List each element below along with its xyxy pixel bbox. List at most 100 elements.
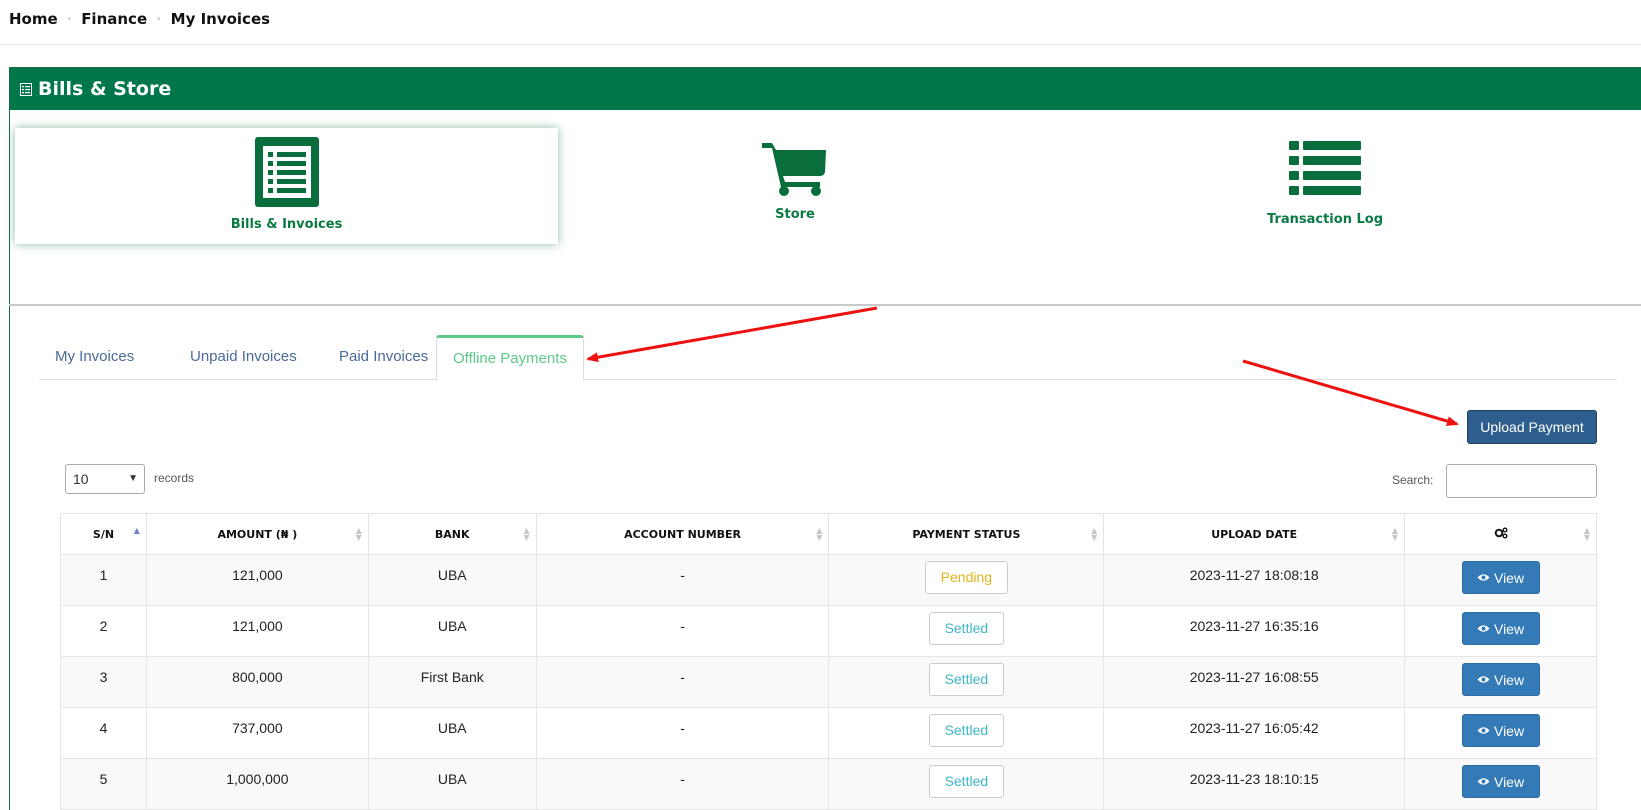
sort-icon: ▲ ▼ xyxy=(523,526,530,542)
view-button[interactable]: View xyxy=(1461,612,1540,645)
cell-sn: 5 xyxy=(60,758,147,810)
cell-date: 2023-11-27 16:05:42 xyxy=(1103,707,1406,759)
cell-amount: 737,000 xyxy=(145,707,369,759)
column-header-sn[interactable]: S/N ▲ xyxy=(60,513,147,555)
tile-store[interactable]: Store xyxy=(745,140,845,222)
upload-payment-button[interactable]: Upload Payment xyxy=(1467,410,1597,444)
sort-icon: ▲ xyxy=(133,526,140,535)
cell-account: - xyxy=(535,554,830,606)
invoice-tabs: My Invoices Unpaid Invoices Paid Invoice… xyxy=(39,335,1617,381)
cell-sn: 1 xyxy=(60,554,147,606)
cell-date: 2023-11-27 18:08:18 xyxy=(1103,554,1406,606)
column-header-actions[interactable]: ▲ ▼ xyxy=(1404,513,1597,555)
cell-amount: 1,000,000 xyxy=(145,758,369,810)
sort-icon: ▲ ▼ xyxy=(1091,526,1098,542)
records-label: records xyxy=(154,471,195,485)
eye-icon xyxy=(1477,625,1490,632)
cell-bank: UBA xyxy=(367,758,537,810)
status-badge: Settled xyxy=(928,765,1004,798)
breadcrumb-finance[interactable]: Finance xyxy=(81,10,147,28)
cell-action: View xyxy=(1404,707,1597,759)
column-header-amount[interactable]: AMOUNT (₦ ) ▲ ▼ xyxy=(145,513,369,555)
list-alt-icon xyxy=(20,82,32,96)
cell-status: Settled xyxy=(828,758,1105,810)
table-row: 5 1,000,000 UBA - Settled 2023-11-23 18:… xyxy=(60,758,1597,810)
cell-action: View xyxy=(1404,554,1597,606)
chevron-down-icon: ▼ xyxy=(128,473,138,484)
status-badge: Settled xyxy=(928,612,1004,645)
view-button[interactable]: View xyxy=(1461,765,1540,798)
sort-icon: ▲ ▼ xyxy=(355,526,362,542)
sort-icon: ▲ ▼ xyxy=(1583,526,1590,542)
gears-icon xyxy=(1494,527,1508,538)
column-header-account-number[interactable]: ACCOUNT NUMBER ▲ ▼ xyxy=(535,513,830,555)
eye-icon xyxy=(1477,676,1490,683)
cell-account: - xyxy=(535,656,830,708)
cell-date: 2023-11-23 18:10:15 xyxy=(1103,758,1406,810)
column-header-upload-date[interactable]: UPLOAD DATE ▲ ▼ xyxy=(1103,513,1406,555)
panel-header: Bills & Store xyxy=(10,68,1641,110)
table-row: 4 737,000 UBA - Settled 2023-11-27 16:05… xyxy=(60,707,1597,759)
cell-date: 2023-11-27 16:35:16 xyxy=(1103,605,1406,657)
tile-label: Transaction Log xyxy=(1267,212,1383,227)
cell-status: Settled xyxy=(828,707,1105,759)
table-row: 2 121,000 UBA - Settled 2023-11-27 16:35… xyxy=(60,605,1597,657)
panel-title: Bills & Store xyxy=(38,78,172,100)
tab-my-invoices[interactable]: My Invoices xyxy=(39,335,150,380)
cell-amount: 121,000 xyxy=(145,554,369,606)
cell-action: View xyxy=(1404,605,1597,657)
view-button[interactable]: View xyxy=(1461,663,1540,696)
list-icon xyxy=(1289,141,1361,195)
table-header-row: S/N ▲ AMOUNT (₦ ) ▲ ▼ BANK ▲ ▼ ACCOUNT NUMBER… xyxy=(60,513,1597,555)
search-input[interactable] xyxy=(1446,464,1597,498)
cell-action: View xyxy=(1404,758,1597,810)
breadcrumb: Home • Finance • My Invoices xyxy=(0,0,1641,45)
tile-bills-invoices[interactable]: Bills & Invoices xyxy=(15,128,558,244)
column-header-payment-status[interactable]: PAYMENT STATUS ▲ ▼ xyxy=(828,513,1105,555)
breadcrumb-separator: • xyxy=(67,13,72,25)
tab-offline-payments[interactable]: Offline Payments xyxy=(436,335,584,381)
offline-payments-table: S/N ▲ AMOUNT (₦ ) ▲ ▼ BANK ▲ ▼ ACCOUNT NUMBER… xyxy=(60,513,1597,810)
cell-bank: UBA xyxy=(367,554,537,606)
cell-bank: UBA xyxy=(367,707,537,759)
status-badge: Settled xyxy=(928,663,1004,696)
cell-amount: 121,000 xyxy=(145,605,369,657)
status-badge: Pending xyxy=(924,561,1008,594)
cell-sn: 4 xyxy=(60,707,147,759)
cell-amount: 800,000 xyxy=(145,656,369,708)
table-row: 3 800,000 First Bank - Settled 2023-11-2… xyxy=(60,656,1597,708)
status-badge: Settled xyxy=(928,714,1004,747)
cell-account: - xyxy=(535,707,830,759)
column-header-bank[interactable]: BANK ▲ ▼ xyxy=(367,513,537,555)
search-label: Search: xyxy=(1392,473,1434,487)
view-button[interactable]: View xyxy=(1461,561,1540,594)
cell-status: Settled xyxy=(828,656,1105,708)
tab-unpaid-invoices[interactable]: Unpaid Invoices xyxy=(174,335,313,380)
tile-label: Store xyxy=(775,207,815,222)
sort-icon: ▲ ▼ xyxy=(1391,526,1399,542)
cell-status: Settled xyxy=(828,605,1105,657)
breadcrumb-separator: • xyxy=(157,13,161,25)
tile-transaction-log[interactable]: Transaction Log xyxy=(1255,141,1395,227)
cell-action: View xyxy=(1404,656,1597,708)
view-button[interactable]: View xyxy=(1461,714,1540,747)
cell-bank: First Bank xyxy=(367,656,537,708)
cell-sn: 3 xyxy=(60,656,147,708)
cell-status: Pending xyxy=(828,554,1105,606)
tile-label: Bills & Invoices xyxy=(230,217,343,232)
sort-icon: ▲ ▼ xyxy=(816,526,823,542)
shopping-cart-icon xyxy=(762,143,826,196)
breadcrumb-my-invoices: My Invoices xyxy=(170,10,271,28)
cell-account: - xyxy=(535,605,830,657)
eye-icon xyxy=(1477,778,1490,785)
records-per-page-select[interactable]: 10 ▼ xyxy=(65,464,145,494)
breadcrumb-home[interactable]: Home xyxy=(9,10,58,28)
eye-icon xyxy=(1477,574,1490,581)
cell-account: - xyxy=(535,758,830,810)
records-per-page-value: 10 xyxy=(73,471,89,487)
section-divider xyxy=(9,304,1641,306)
table-row: 1 121,000 UBA - Pending 2023-11-27 18:08… xyxy=(60,554,1597,606)
eye-icon xyxy=(1477,727,1490,734)
invoice-icon xyxy=(254,137,319,207)
tab-paid-invoices[interactable]: Paid Invoices xyxy=(323,335,444,380)
